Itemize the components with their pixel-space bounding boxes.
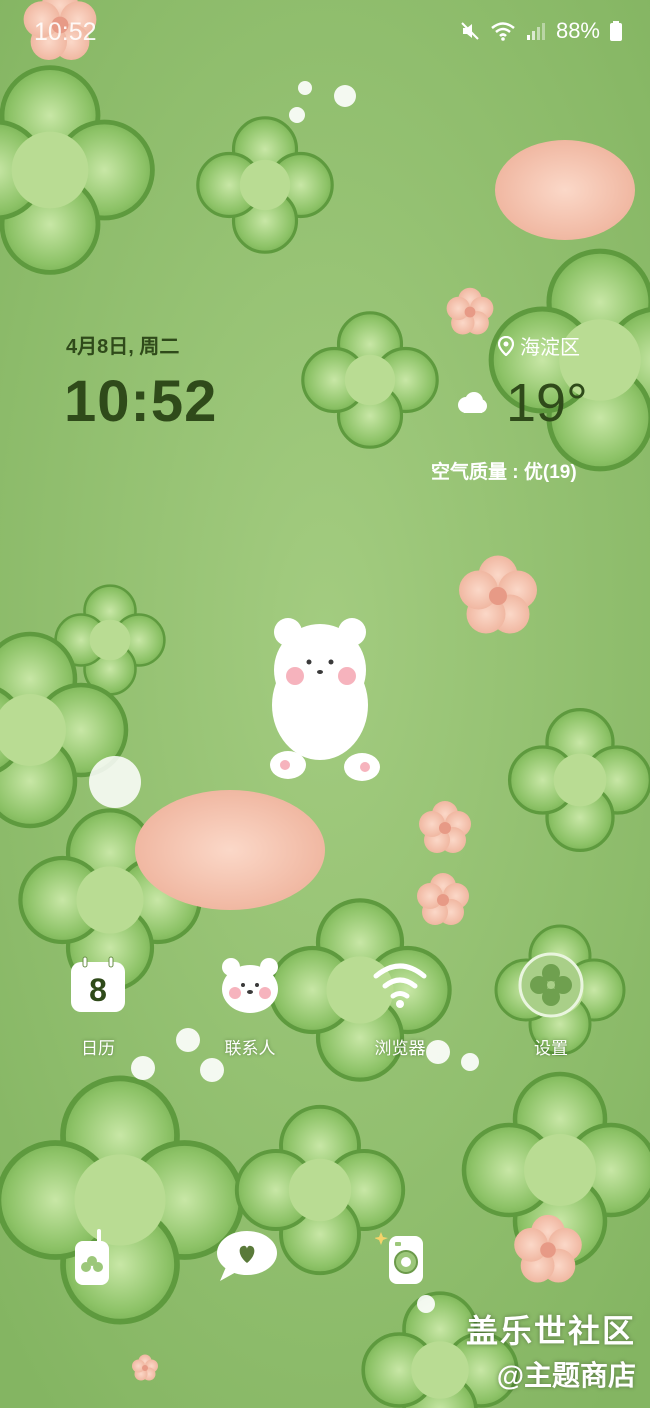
wifi-browser-icon [365,950,435,1020]
watermark-community: 盖乐世社区 [465,1313,636,1349]
dock-messages[interactable] [212,1222,282,1292]
app-label: 联系人 [224,1039,276,1058]
air-quality: 空气质量 : 优(19) [431,462,577,483]
app-label: 浏览器 [374,1039,426,1058]
weather-location[interactable]: 海淀区 [498,331,580,360]
watermark-theme-store: @主题商店 [496,1360,636,1391]
status-time: 10:52 [34,18,97,46]
clover-settings-icon [516,950,586,1020]
calendar-badge: 8 [89,972,107,1008]
signal-icon [526,23,545,40]
phone-icon [75,1229,109,1285]
lockscreen-date: 4月8日, 周二 [66,336,180,358]
location-label: 海淀区 [520,337,580,359]
app-calendar[interactable]: 8 日历 [48,950,148,1059]
app-contacts[interactable]: 联系人 [200,950,300,1059]
app-label: 日历 [81,1039,115,1058]
cloud-icon [458,392,487,413]
calendar-icon: 8 [63,950,133,1020]
dock-camera[interactable] [365,1222,435,1292]
battery-icon [610,21,622,41]
status-icons: 88% [460,18,622,44]
app-browser[interactable]: 浏览器 [350,950,450,1059]
clover-wallpaper [0,0,650,1408]
dock-phone[interactable] [57,1222,127,1292]
mute-icon [461,22,479,40]
app-label: 设置 [534,1039,568,1058]
wifi-icon [491,22,515,41]
weather-widget[interactable]: 19° [456,372,588,434]
camera-icon [375,1232,423,1284]
home-screen: 10:52 88% 4月8日, 周二 10:52 海淀区 19° 空气质量: … [0,0,650,1408]
clock-widget[interactable]: 10:52 [64,368,217,435]
temperature: 19° [506,373,588,433]
app-settings[interactable]: 设置 [501,950,601,1059]
location-pin-icon [498,335,514,356]
battery-percent: 88% [555,18,600,43]
bear-contacts-icon [215,950,285,1020]
message-heart-icon [217,1231,277,1281]
